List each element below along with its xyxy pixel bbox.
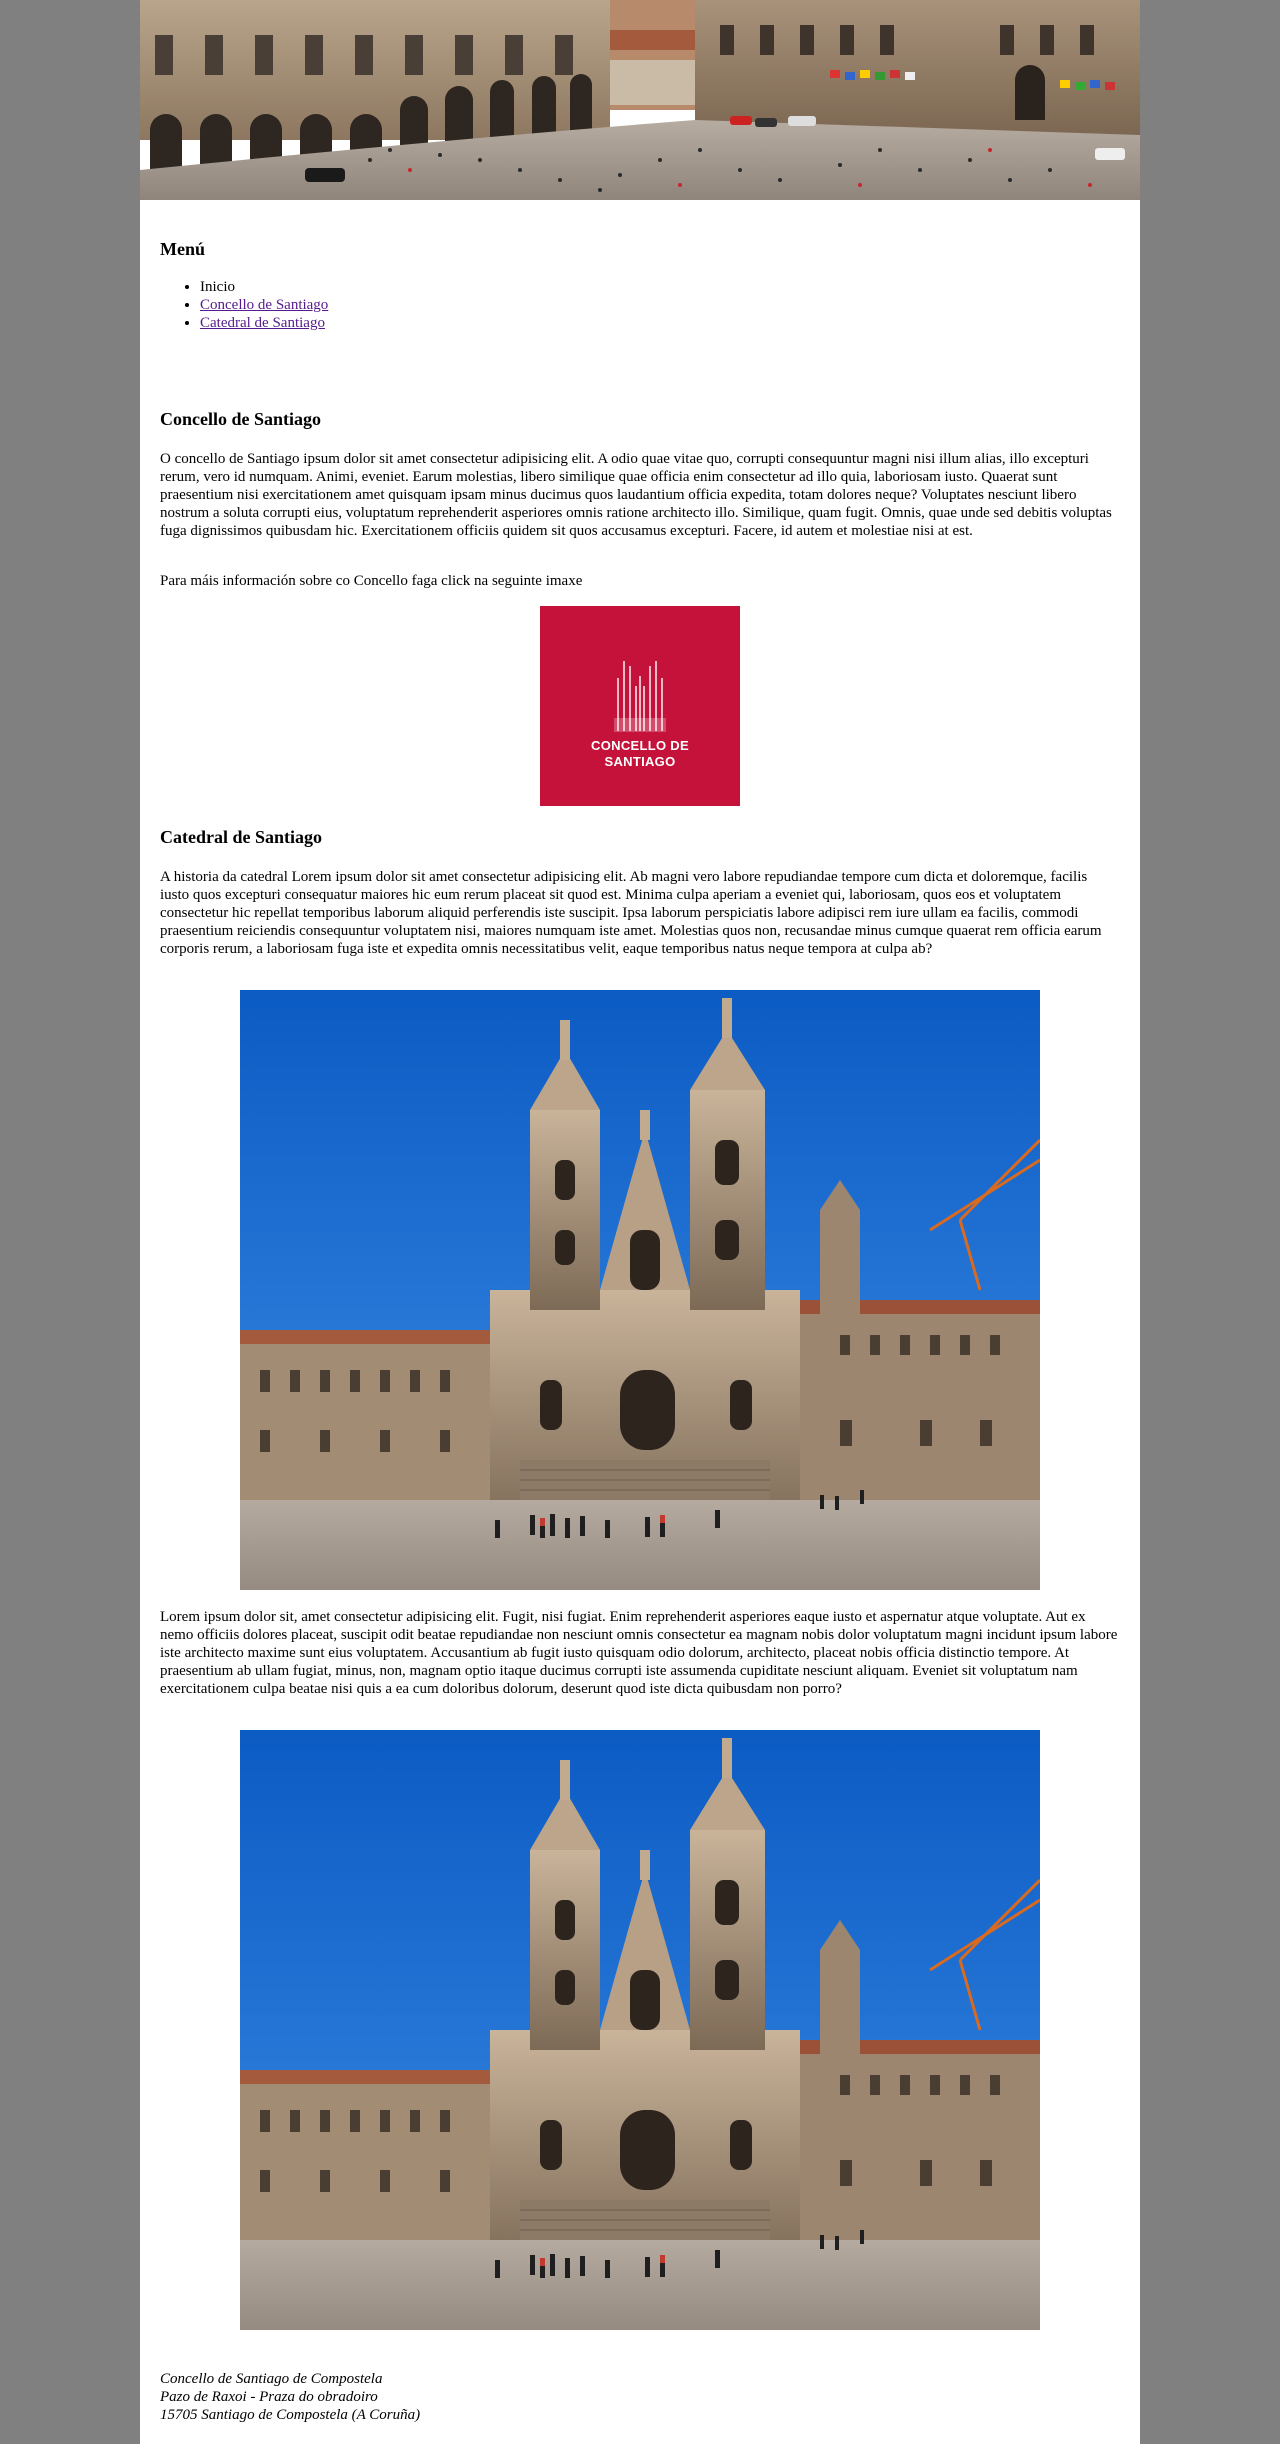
cathedral-photo-1 bbox=[240, 990, 1040, 1590]
menu-link-concello[interactable]: Concello de Santiago bbox=[200, 297, 328, 313]
catedral-paragraph-1: A historia da catedral Lorem ipsum dolor… bbox=[160, 869, 1102, 957]
footer-address: Concello de Santiago de Compostela Pazo … bbox=[160, 2370, 1120, 2424]
footer-line-1: Concello de Santiago de Compostela bbox=[160, 2371, 383, 2387]
logo-text-line2: SANTIAGO bbox=[604, 754, 676, 769]
menu-list: Inicio Concello de Santiago Catedral de … bbox=[160, 278, 328, 332]
menu-link-catedral[interactable]: Catedral de Santiago bbox=[200, 315, 325, 331]
catedral-paragraph-2: Lorem ipsum dolor sit, amet consectetur … bbox=[160, 1609, 1118, 1697]
footer-line-3: 15705 Santiago de Compostela (A Coruña) bbox=[160, 2407, 421, 2423]
concello-section-title: Concello de Santiago bbox=[160, 409, 322, 429]
cathedral-logo-icon bbox=[614, 661, 666, 732]
footer-line-2: Pazo de Raxoi - Praza do obradoiro bbox=[160, 2389, 378, 2405]
menu-item-inicio: Inicio bbox=[200, 278, 328, 296]
menu-title: Menú bbox=[160, 239, 205, 259]
catedral-section-title: Catedral de Santiago bbox=[160, 827, 322, 847]
header-banner-image bbox=[140, 0, 1140, 200]
page-container: Menú Inicio Concello de Santiago Catedra… bbox=[140, 0, 1140, 2444]
cathedral-photo-2 bbox=[240, 1730, 1040, 2330]
logo-text-line1: CONCELLO DE bbox=[591, 738, 689, 753]
concello-logo-link[interactable]: CONCELLO DE SANTIAGO bbox=[540, 606, 740, 806]
concello-paragraph: O concello de Santiago ipsum dolor sit a… bbox=[160, 451, 1112, 539]
concello-more-info-text: Para máis información sobre co Concello … bbox=[160, 573, 583, 589]
menu-item-inicio-label: Inicio bbox=[200, 279, 235, 295]
menu-item-catedral: Catedral de Santiago bbox=[200, 314, 328, 332]
menu-item-concello: Concello de Santiago bbox=[200, 296, 328, 314]
